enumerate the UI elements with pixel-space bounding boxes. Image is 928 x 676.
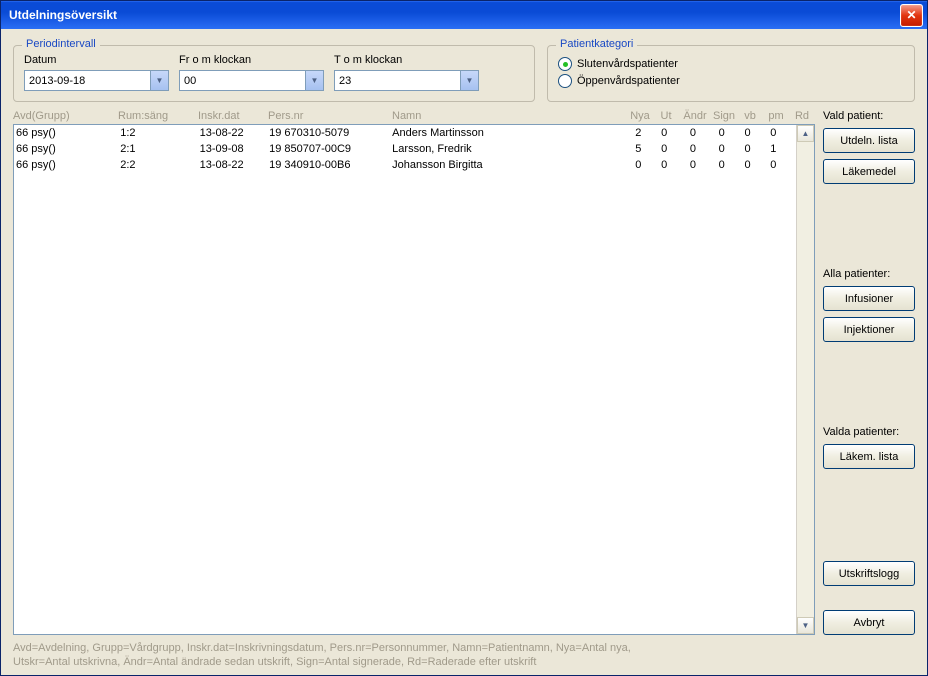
- injektioner-button[interactable]: Injektioner: [823, 317, 915, 342]
- titlebar: Utdelningsöversikt ✕: [1, 1, 927, 29]
- from-combo[interactable]: 00 ▼: [179, 70, 324, 91]
- alla-patienter-label: Alla patienter:: [823, 268, 915, 280]
- tom-label: T o m klockan: [334, 54, 479, 66]
- valda-patienter-label: Valda patienter:: [823, 426, 915, 438]
- infusioner-button[interactable]: Infusioner: [823, 286, 915, 311]
- table-row[interactable]: 66 psy()1:213-08-2219 670310-5079Anders …: [14, 125, 814, 141]
- window: Utdelningsöversikt ✕ Periodintervall Dat…: [0, 0, 928, 676]
- close-icon: ✕: [906, 8, 916, 22]
- table-row[interactable]: 66 psy()2:113-09-0819 850707-00C9Larsson…: [14, 141, 814, 157]
- utdeln-lista-button[interactable]: Utdeln. lista: [823, 128, 915, 153]
- radio-icon: [558, 57, 572, 71]
- window-title: Utdelningsöversikt: [5, 8, 900, 22]
- scroll-up-icon[interactable]: ▲: [797, 125, 814, 142]
- period-legend: Periodintervall: [22, 38, 100, 50]
- column-headers: Avd(Grupp) Rum:säng Inskr.dat Pers.nr Na…: [13, 108, 815, 124]
- close-button[interactable]: ✕: [900, 4, 923, 27]
- from-label: Fr o m klockan: [179, 54, 324, 66]
- lakemedel-button[interactable]: Läkemedel: [823, 159, 915, 184]
- category-fieldset: Patientkategori Slutenvårdspatienter Öpp…: [547, 45, 915, 102]
- table-row[interactable]: 66 psy()2:213-08-2219 340910-00B6Johanss…: [14, 157, 814, 173]
- vald-patient-label: Vald patient:: [823, 110, 915, 122]
- datum-combo[interactable]: 2013-09-18 ▼: [24, 70, 169, 91]
- chevron-down-icon: ▼: [150, 71, 168, 90]
- radio-icon: [558, 74, 572, 88]
- chevron-down-icon: ▼: [460, 71, 478, 90]
- radio-oppen[interactable]: Öppenvårdspatienter: [558, 74, 904, 88]
- period-fieldset: Periodintervall Datum Fr o m klockan T o…: [13, 45, 535, 102]
- radio-sluten[interactable]: Slutenvårdspatienter: [558, 57, 904, 71]
- scrollbar[interactable]: ▲ ▼: [796, 125, 814, 634]
- category-legend: Patientkategori: [556, 38, 637, 50]
- tom-combo[interactable]: 23 ▼: [334, 70, 479, 91]
- patient-table: Avd(Grupp) Rum:säng Inskr.dat Pers.nr Na…: [13, 108, 815, 635]
- scroll-down-icon[interactable]: ▼: [797, 617, 814, 634]
- lakem-lista-button[interactable]: Läkem. lista: [823, 444, 915, 469]
- datum-label: Datum: [24, 54, 169, 66]
- utskriftslogg-button[interactable]: Utskriftslogg: [823, 561, 915, 586]
- side-panel: Vald patient: Utdeln. lista Läkemedel Al…: [823, 108, 915, 635]
- footer-text: Avd=Avdelning, Grupp=Vårdgrupp, Inskr.da…: [13, 641, 915, 669]
- grid[interactable]: 66 psy()1:213-08-2219 670310-5079Anders …: [13, 124, 815, 635]
- chevron-down-icon: ▼: [305, 71, 323, 90]
- avbryt-button[interactable]: Avbryt: [823, 610, 915, 635]
